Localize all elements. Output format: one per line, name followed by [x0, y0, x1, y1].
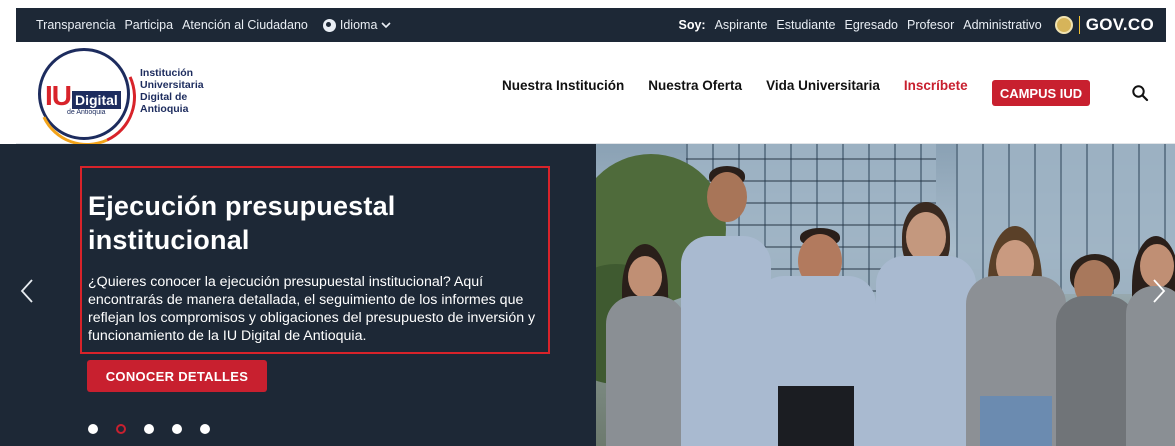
top-utility-bar-inner: Transparencia Participa Atención al Ciud… [16, 8, 1166, 42]
logo-digital-text: Digital [72, 91, 121, 109]
photo-person [1056, 216, 1136, 446]
slide-description: ¿Quieres conocer la ejecución presupuest… [88, 274, 536, 344]
logo-iu-text: IU [45, 80, 72, 111]
language-label: Idioma [339, 18, 378, 32]
slider-dot[interactable] [88, 424, 98, 434]
gov-co-label: GOV.CO [1085, 15, 1154, 34]
institution-name-line: Institución [140, 67, 194, 79]
role-egresado[interactable]: Egresado [844, 18, 898, 32]
institution-name: Institución Universitaria Digital de Ant… [140, 67, 240, 115]
gov-co-link[interactable]: GOV.CO [1054, 15, 1154, 35]
slider-dot[interactable] [172, 424, 182, 434]
iud-logo[interactable]: IU Digital de Antioquia [38, 48, 130, 140]
slider-dot-active[interactable] [116, 424, 126, 434]
chevron-left-icon[interactable] [20, 278, 40, 306]
institution-name-line: Universitaria [140, 79, 204, 91]
main-nav: Nuestra Institución Nuestra Oferta Vida … [502, 78, 992, 93]
nav-inscribete[interactable]: Inscríbete [904, 78, 968, 93]
photo-person [606, 186, 686, 446]
slider-dot[interactable] [144, 424, 154, 434]
role-administrativo[interactable]: Administrativo [963, 18, 1042, 32]
link-transparencia[interactable]: Transparencia [36, 18, 115, 32]
utility-links: Transparencia Participa Atención al Ciud… [36, 18, 391, 32]
gov-divider [1078, 16, 1080, 34]
nav-vida-universitaria[interactable]: Vida Universitaria [766, 78, 880, 93]
hero-slider: Ejecución presupuestal institucional ¿Qu… [0, 144, 1175, 446]
soy-label: Soy: [678, 18, 706, 32]
audience-links: Soy: Aspirante Estudiante Egresado Profe… [679, 15, 1155, 35]
role-profesor[interactable]: Profesor [907, 18, 954, 32]
nav-nuestra-institucion[interactable]: Nuestra Institución [502, 78, 624, 93]
hero-group-photo [596, 144, 1175, 446]
chevron-right-icon[interactable] [1152, 278, 1172, 306]
photo-person [1126, 206, 1175, 446]
logo-subtext: de Antioquia [67, 109, 106, 116]
campus-iud-button[interactable]: CAMPUS IUD [992, 80, 1090, 106]
colombia-seal-icon [1054, 16, 1073, 34]
photo-person [876, 176, 976, 446]
logo-wordmark: IU Digital [45, 80, 121, 112]
link-participa[interactable]: Participa [124, 18, 173, 32]
role-aspirante[interactable]: Aspirante [715, 18, 768, 32]
site-header: IU Digital de Antioquia Institución Univ… [16, 42, 1175, 144]
search-icon[interactable] [1131, 84, 1149, 102]
globe-icon [322, 18, 336, 32]
institution-name-line: Digital de [140, 91, 188, 103]
chevron-down-icon [381, 22, 391, 29]
slide-title: Ejecución presupuestal institucional [88, 191, 396, 255]
slider-dot[interactable] [200, 424, 210, 434]
language-selector[interactable]: Idioma [322, 18, 392, 32]
institution-name-line: Antioquia [140, 103, 189, 115]
nav-nuestra-oferta[interactable]: Nuestra Oferta [648, 78, 742, 93]
link-atencion-ciudadano[interactable]: Atención al Ciudadano [182, 18, 308, 32]
photo-person [756, 186, 876, 446]
conocer-detalles-button[interactable]: CONOCER DETALLES [87, 360, 267, 392]
slider-pagination [88, 424, 210, 434]
photo-person [966, 186, 1066, 446]
role-estudiante[interactable]: Estudiante [776, 18, 835, 32]
top-utility-bar: Transparencia Participa Atención al Ciud… [0, 0, 1175, 42]
